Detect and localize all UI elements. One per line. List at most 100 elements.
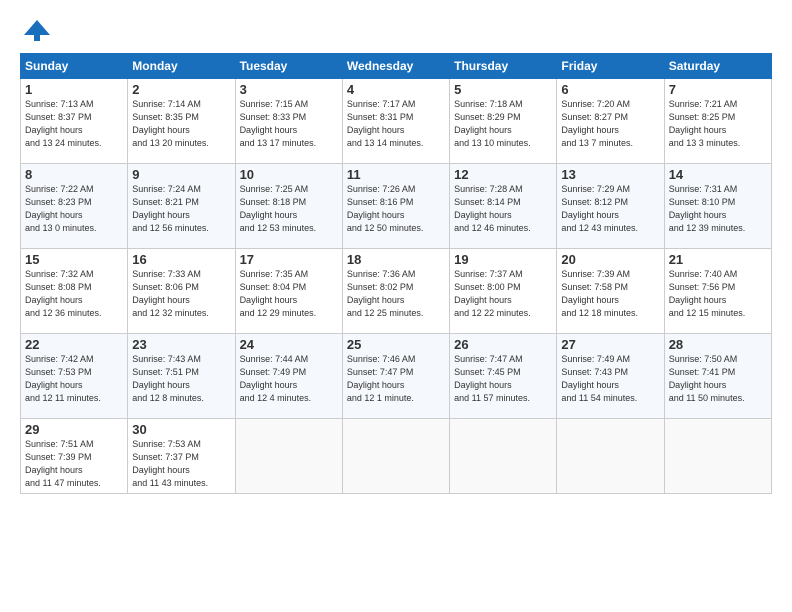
day-number: 23 bbox=[132, 337, 230, 352]
day-info: Sunrise: 7:13 AMSunset: 8:37 PMDaylight … bbox=[25, 98, 123, 150]
day-number: 24 bbox=[240, 337, 338, 352]
day-cell: 27 Sunrise: 7:49 AMSunset: 7:43 PMDaylig… bbox=[557, 334, 664, 419]
day-cell: 13 Sunrise: 7:29 AMSunset: 8:12 PMDaylig… bbox=[557, 164, 664, 249]
day-cell: 22 Sunrise: 7:42 AMSunset: 7:53 PMDaylig… bbox=[21, 334, 128, 419]
day-cell: 17 Sunrise: 7:35 AMSunset: 8:04 PMDaylig… bbox=[235, 249, 342, 334]
day-cell: 25 Sunrise: 7:46 AMSunset: 7:47 PMDaylig… bbox=[342, 334, 449, 419]
day-info: Sunrise: 7:21 AMSunset: 8:25 PMDaylight … bbox=[669, 98, 767, 150]
day-info: Sunrise: 7:36 AMSunset: 8:02 PMDaylight … bbox=[347, 268, 445, 320]
logo bbox=[20, 15, 52, 45]
day-number: 6 bbox=[561, 82, 659, 97]
day-cell: 14 Sunrise: 7:31 AMSunset: 8:10 PMDaylig… bbox=[664, 164, 771, 249]
week-row-1: 1 Sunrise: 7:13 AMSunset: 8:37 PMDayligh… bbox=[21, 79, 772, 164]
day-info: Sunrise: 7:42 AMSunset: 7:53 PMDaylight … bbox=[25, 353, 123, 405]
day-cell: 30 Sunrise: 7:53 AMSunset: 7:37 PMDaylig… bbox=[128, 419, 235, 494]
day-cell: 7 Sunrise: 7:21 AMSunset: 8:25 PMDayligh… bbox=[664, 79, 771, 164]
day-number: 11 bbox=[347, 167, 445, 182]
weekday-header-monday: Monday bbox=[128, 54, 235, 79]
day-cell: 2 Sunrise: 7:14 AMSunset: 8:35 PMDayligh… bbox=[128, 79, 235, 164]
day-cell: 18 Sunrise: 7:36 AMSunset: 8:02 PMDaylig… bbox=[342, 249, 449, 334]
day-info: Sunrise: 7:43 AMSunset: 7:51 PMDaylight … bbox=[132, 353, 230, 405]
day-cell bbox=[450, 419, 557, 494]
weekday-header-thursday: Thursday bbox=[450, 54, 557, 79]
day-number: 7 bbox=[669, 82, 767, 97]
day-number: 14 bbox=[669, 167, 767, 182]
week-row-5: 29 Sunrise: 7:51 AMSunset: 7:39 PMDaylig… bbox=[21, 419, 772, 494]
day-cell: 3 Sunrise: 7:15 AMSunset: 8:33 PMDayligh… bbox=[235, 79, 342, 164]
day-number: 28 bbox=[669, 337, 767, 352]
day-number: 8 bbox=[25, 167, 123, 182]
logo-icon bbox=[22, 15, 52, 45]
day-number: 16 bbox=[132, 252, 230, 267]
day-number: 27 bbox=[561, 337, 659, 352]
page: SundayMondayTuesdayWednesdayThursdayFrid… bbox=[0, 0, 792, 612]
day-info: Sunrise: 7:46 AMSunset: 7:47 PMDaylight … bbox=[347, 353, 445, 405]
day-info: Sunrise: 7:29 AMSunset: 8:12 PMDaylight … bbox=[561, 183, 659, 235]
day-info: Sunrise: 7:37 AMSunset: 8:00 PMDaylight … bbox=[454, 268, 552, 320]
day-cell: 15 Sunrise: 7:32 AMSunset: 8:08 PMDaylig… bbox=[21, 249, 128, 334]
day-cell bbox=[235, 419, 342, 494]
weekday-header-sunday: Sunday bbox=[21, 54, 128, 79]
day-number: 1 bbox=[25, 82, 123, 97]
weekday-header-friday: Friday bbox=[557, 54, 664, 79]
day-number: 29 bbox=[25, 422, 123, 437]
header bbox=[20, 15, 772, 45]
week-row-3: 15 Sunrise: 7:32 AMSunset: 8:08 PMDaylig… bbox=[21, 249, 772, 334]
weekday-header-saturday: Saturday bbox=[664, 54, 771, 79]
day-info: Sunrise: 7:44 AMSunset: 7:49 PMDaylight … bbox=[240, 353, 338, 405]
day-cell: 1 Sunrise: 7:13 AMSunset: 8:37 PMDayligh… bbox=[21, 79, 128, 164]
day-info: Sunrise: 7:18 AMSunset: 8:29 PMDaylight … bbox=[454, 98, 552, 150]
day-info: Sunrise: 7:39 AMSunset: 7:58 PMDaylight … bbox=[561, 268, 659, 320]
day-number: 13 bbox=[561, 167, 659, 182]
day-cell: 9 Sunrise: 7:24 AMSunset: 8:21 PMDayligh… bbox=[128, 164, 235, 249]
day-number: 26 bbox=[454, 337, 552, 352]
day-cell: 19 Sunrise: 7:37 AMSunset: 8:00 PMDaylig… bbox=[450, 249, 557, 334]
day-cell: 29 Sunrise: 7:51 AMSunset: 7:39 PMDaylig… bbox=[21, 419, 128, 494]
day-cell: 16 Sunrise: 7:33 AMSunset: 8:06 PMDaylig… bbox=[128, 249, 235, 334]
day-cell: 21 Sunrise: 7:40 AMSunset: 7:56 PMDaylig… bbox=[664, 249, 771, 334]
day-info: Sunrise: 7:33 AMSunset: 8:06 PMDaylight … bbox=[132, 268, 230, 320]
calendar-table: SundayMondayTuesdayWednesdayThursdayFrid… bbox=[20, 53, 772, 494]
day-number: 4 bbox=[347, 82, 445, 97]
day-cell: 12 Sunrise: 7:28 AMSunset: 8:14 PMDaylig… bbox=[450, 164, 557, 249]
day-info: Sunrise: 7:31 AMSunset: 8:10 PMDaylight … bbox=[669, 183, 767, 235]
weekday-header-row: SundayMondayTuesdayWednesdayThursdayFrid… bbox=[21, 54, 772, 79]
day-number: 25 bbox=[347, 337, 445, 352]
day-number: 18 bbox=[347, 252, 445, 267]
day-info: Sunrise: 7:53 AMSunset: 7:37 PMDaylight … bbox=[132, 438, 230, 490]
day-cell bbox=[557, 419, 664, 494]
day-info: Sunrise: 7:32 AMSunset: 8:08 PMDaylight … bbox=[25, 268, 123, 320]
day-info: Sunrise: 7:26 AMSunset: 8:16 PMDaylight … bbox=[347, 183, 445, 235]
weekday-header-wednesday: Wednesday bbox=[342, 54, 449, 79]
day-cell: 11 Sunrise: 7:26 AMSunset: 8:16 PMDaylig… bbox=[342, 164, 449, 249]
day-cell: 24 Sunrise: 7:44 AMSunset: 7:49 PMDaylig… bbox=[235, 334, 342, 419]
day-number: 5 bbox=[454, 82, 552, 97]
day-cell bbox=[664, 419, 771, 494]
day-info: Sunrise: 7:24 AMSunset: 8:21 PMDaylight … bbox=[132, 183, 230, 235]
day-info: Sunrise: 7:51 AMSunset: 7:39 PMDaylight … bbox=[25, 438, 123, 490]
day-cell: 23 Sunrise: 7:43 AMSunset: 7:51 PMDaylig… bbox=[128, 334, 235, 419]
day-number: 12 bbox=[454, 167, 552, 182]
day-number: 9 bbox=[132, 167, 230, 182]
day-info: Sunrise: 7:20 AMSunset: 8:27 PMDaylight … bbox=[561, 98, 659, 150]
day-cell: 26 Sunrise: 7:47 AMSunset: 7:45 PMDaylig… bbox=[450, 334, 557, 419]
day-info: Sunrise: 7:15 AMSunset: 8:33 PMDaylight … bbox=[240, 98, 338, 150]
day-cell: 8 Sunrise: 7:22 AMSunset: 8:23 PMDayligh… bbox=[21, 164, 128, 249]
day-number: 15 bbox=[25, 252, 123, 267]
day-info: Sunrise: 7:14 AMSunset: 8:35 PMDaylight … bbox=[132, 98, 230, 150]
week-row-4: 22 Sunrise: 7:42 AMSunset: 7:53 PMDaylig… bbox=[21, 334, 772, 419]
day-info: Sunrise: 7:47 AMSunset: 7:45 PMDaylight … bbox=[454, 353, 552, 405]
day-info: Sunrise: 7:49 AMSunset: 7:43 PMDaylight … bbox=[561, 353, 659, 405]
day-number: 21 bbox=[669, 252, 767, 267]
day-number: 2 bbox=[132, 82, 230, 97]
calendar-body: 1 Sunrise: 7:13 AMSunset: 8:37 PMDayligh… bbox=[21, 79, 772, 494]
day-number: 19 bbox=[454, 252, 552, 267]
day-cell: 10 Sunrise: 7:25 AMSunset: 8:18 PMDaylig… bbox=[235, 164, 342, 249]
day-info: Sunrise: 7:25 AMSunset: 8:18 PMDaylight … bbox=[240, 183, 338, 235]
day-info: Sunrise: 7:17 AMSunset: 8:31 PMDaylight … bbox=[347, 98, 445, 150]
day-cell: 6 Sunrise: 7:20 AMSunset: 8:27 PMDayligh… bbox=[557, 79, 664, 164]
day-number: 17 bbox=[240, 252, 338, 267]
day-info: Sunrise: 7:22 AMSunset: 8:23 PMDaylight … bbox=[25, 183, 123, 235]
day-info: Sunrise: 7:35 AMSunset: 8:04 PMDaylight … bbox=[240, 268, 338, 320]
weekday-header-tuesday: Tuesday bbox=[235, 54, 342, 79]
